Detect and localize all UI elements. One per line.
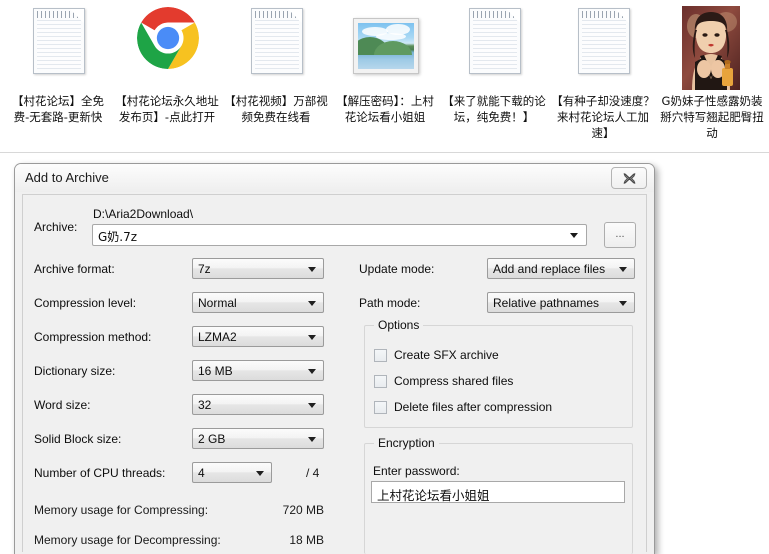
chrome-logo-svg [137,7,199,69]
options-group-title: Options [374,318,424,332]
desktop-icon-label: 【村花论坛永久地址发布页】-点此打开 [115,94,219,124]
compression-level-value: Normal [198,296,237,310]
dictionary-size-value: 16 MB [198,364,233,378]
archive-name-input[interactable]: G奶.7z [92,224,587,246]
desktop-icon[interactable]: 【村花视频】万部视频免费在线看 [222,4,330,125]
memory-decompress-label: Memory usage for Decompressing: [34,533,221,547]
create-sfx-archive-label: Create SFX archive [394,348,499,362]
desktop-background: 【村花论坛】全免费-无套路-更新快 【村花论坛永久地址发布页】-点此打开 【村花… [0,0,769,154]
memory-decompress-value: 18 MB [289,533,324,547]
chevron-down-icon [619,267,627,272]
compress-shared-files-checkbox[interactable]: Compress shared files [374,374,513,388]
chevron-down-icon [619,301,627,306]
dictionary-size-label: Dictionary size: [34,364,116,378]
desktop-icon-label: 【村花论坛】全免费-无套路-更新快 [12,94,104,124]
close-x-glyph [623,172,635,184]
password-value: 上村花论坛看小姐姐 [377,488,490,503]
compression-method-value: LZMA2 [198,330,237,344]
dialog-title: Add to Archive [25,170,109,185]
desktop-icon-label: 【来了就能下载的论坛，纯免费！】 [442,94,546,124]
solid-block-size-value: 2 GB [198,432,226,446]
solid-block-size-select[interactable]: 2 GB [192,428,324,449]
delete-files-after-compression-checkbox[interactable]: Delete files after compression [374,400,552,414]
encryption-group-title: Encryption [374,436,439,450]
create-sfx-archive-checkbox[interactable]: Create SFX archive [374,348,499,362]
memory-compress-label: Memory usage for Compressing: [34,503,209,517]
dictionary-size-select[interactable]: 16 MB [192,360,324,381]
chevron-down-icon [308,335,316,340]
chevron-down-icon [308,301,316,306]
checkbox-box [374,374,387,388]
landscape-photo-icon [331,4,439,92]
cpu-threads-value: 4 [198,466,205,480]
cpu-threads-label: Number of CPU threads: [34,466,166,480]
dialog-titlebar[interactable]: Add to Archive [15,164,654,192]
compression-level-label: Compression level: [34,296,137,310]
compression-level-select[interactable]: Normal [192,292,324,313]
word-size-label: Word size: [34,398,91,412]
text-document-icon [4,4,112,92]
word-size-value: 32 [198,398,212,412]
chevron-down-icon [256,471,264,476]
archive-format-value: 7z [198,262,211,276]
path-mode-value: Relative pathnames [493,296,600,310]
checkbox-box [374,348,387,362]
portrait-photo-icon [658,4,766,92]
enter-password-label: Enter password: [373,464,460,478]
desktop-icon-label: 【有种子却没速度？来村花论坛人工加速】 [551,94,655,140]
chevron-down-icon [308,267,316,272]
chrome-browser-icon [113,4,221,92]
close-icon[interactable] [611,167,647,189]
cpu-threads-select[interactable]: 4 [192,462,272,483]
path-mode-select[interactable]: Relative pathnames [487,292,635,313]
solid-block-size-label: Solid Block size: [34,432,122,446]
desktop-icon-label: 【村花视频】万部视频免费在线看 [224,94,328,124]
checkbox-box [374,400,387,414]
desktop-icon[interactable]: G奶妹子性感露奶装 掰穴特写翘起肥臀扭动 [658,4,766,141]
archive-format-label: Archive format: [34,262,115,276]
portrait-thumbnail-svg [682,6,740,90]
desktop-divider [0,152,769,153]
text-document-icon [222,4,330,92]
browse-button[interactable]: ... [604,222,636,248]
desktop-icon[interactable]: 【村花论坛】全免费-无套路-更新快 [4,4,112,125]
archive-name-value: G奶.7z [98,230,138,244]
chevron-down-icon [308,437,316,442]
update-mode-select[interactable]: Add and replace files [487,258,635,279]
update-mode-value: Add and replace files [493,262,606,276]
word-size-select[interactable]: 32 [192,394,324,415]
desktop-icon-label: G奶妹子性感露奶装 掰穴特写翘起肥臀扭动 [660,94,764,140]
password-field[interactable]: 上村花论坛看小姐姐 [371,481,625,503]
update-mode-label: Update mode: [359,262,435,276]
memory-compress-value: 720 MB [282,503,324,517]
delete-files-after-compression-label: Delete files after compression [394,400,553,414]
chevron-down-icon [308,369,316,374]
archive-format-select[interactable]: 7z [192,258,324,279]
text-document-icon [440,4,548,92]
text-document-icon [549,4,657,92]
desktop-icon[interactable]: 【有种子却没速度？来村花论坛人工加速】 [549,4,657,141]
archive-label: Archive: [34,220,78,234]
desktop-icon[interactable]: 【来了就能下载的论坛，纯免费！】 [440,4,548,125]
compression-method-label: Compression method: [34,330,152,344]
cpu-threads-total: / 4 [306,466,320,480]
compression-method-select[interactable]: LZMA2 [192,326,324,347]
path-mode-label: Path mode: [359,296,421,310]
chevron-down-icon[interactable] [570,233,578,238]
desktop-icon[interactable]: 【解压密码】：上村花论坛看小姐姐 [331,4,439,125]
archive-path-text: D:\Aria2Download\ [93,207,194,221]
compress-shared-files-label: Compress shared files [394,374,514,388]
chevron-down-icon [308,403,316,408]
desktop-icon[interactable]: 【村花论坛永久地址发布页】-点此打开 [113,4,221,125]
desktop-icon-label: 【解压密码】：上村花论坛看小姐姐 [336,94,434,124]
